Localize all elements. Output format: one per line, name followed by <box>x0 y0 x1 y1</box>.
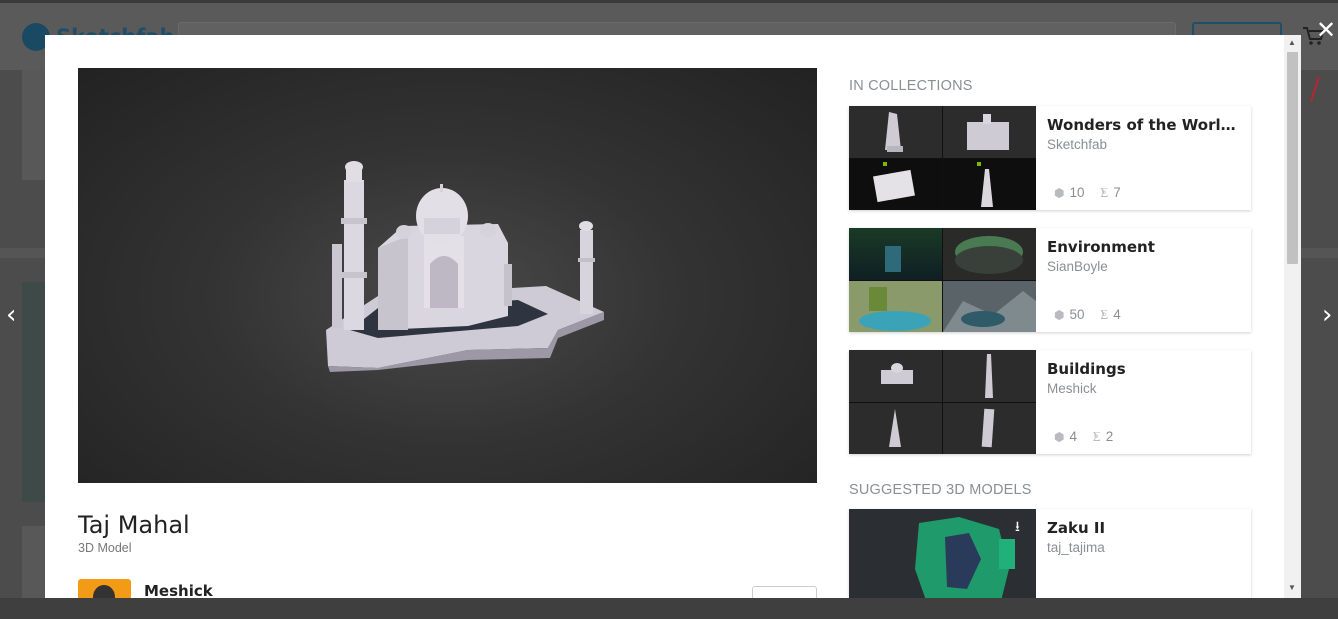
followers-count: 2 <box>1105 429 1114 444</box>
follow-button[interactable] <box>752 586 817 598</box>
followers-count: 7 <box>1113 185 1121 200</box>
models-count: 10 <box>1069 185 1085 200</box>
model-title: Taj Mahal <box>78 511 190 539</box>
scroll-up-icon[interactable]: ▲ <box>1288 38 1296 47</box>
collection-card[interactable]: Environment SianBoyle ⬢ 50 ⨊ 4 <box>849 228 1251 332</box>
download-icon[interactable]: ⭳ <box>1015 516 1020 540</box>
collection-name[interactable]: Wonders of the World f... <box>1047 116 1242 134</box>
avatar-icon <box>93 585 115 598</box>
thumbnail <box>849 280 942 332</box>
chevron-right-icon[interactable]: › <box>1322 300 1332 330</box>
cube-icon: ⬢ <box>1054 429 1065 444</box>
collection-author[interactable]: Sketchfab <box>1047 137 1107 152</box>
model-popup: Taj Mahal 3D Model Meshick IN COLLECTION… <box>45 35 1301 598</box>
author-avatar[interactable] <box>78 579 131 598</box>
collection-stats: ⬢ 10 ⨊ 7 <box>1054 185 1121 200</box>
rss-icon: ⨊ <box>1093 429 1101 443</box>
thumbnail <box>943 402 1036 454</box>
cube-icon: ⬢ <box>1054 185 1065 200</box>
thumbnail <box>943 228 1036 280</box>
chevron-left-icon[interactable]: ‹ <box>6 300 16 330</box>
scroll-thumb[interactable] <box>1287 52 1298 264</box>
thumbnail <box>943 106 1036 158</box>
thumbnail <box>849 158 942 210</box>
thumbnail <box>849 402 942 454</box>
model-type: 3D Model <box>78 541 132 555</box>
collection-thumbnails <box>849 228 1036 332</box>
background-thumbnail-strip <box>0 598 1338 619</box>
models-count: 4 <box>1069 429 1077 444</box>
collection-thumbnails <box>849 106 1036 210</box>
thumbnail <box>943 280 1036 332</box>
collection-stats: ⬢ 4 ⨊ 2 <box>1054 429 1113 444</box>
thumbnail <box>849 228 942 280</box>
thumbnail <box>849 106 942 158</box>
scroll-down-icon[interactable]: ▼ <box>1288 583 1296 592</box>
taj-mahal-render <box>326 161 604 372</box>
collection-name[interactable]: Buildings <box>1047 360 1242 378</box>
suggested-heading: SUGGESTED 3D MODELS <box>849 482 1032 498</box>
collection-author[interactable]: SianBoyle <box>1047 259 1108 274</box>
thumbnail <box>943 350 1036 402</box>
author-name[interactable]: Meshick <box>144 582 213 598</box>
thumbnail <box>943 158 1036 210</box>
followers-count: 4 <box>1113 307 1121 322</box>
cube-icon: ⬢ <box>1054 307 1065 322</box>
collection-thumbnails <box>849 350 1036 454</box>
suggested-thumbnail: ⭳ <box>849 509 1036 598</box>
rss-icon: ⨊ <box>1100 185 1109 199</box>
models-count: 50 <box>1069 307 1085 322</box>
collection-stats: ⬢ 50 ⨊ 4 <box>1054 307 1121 322</box>
collection-card[interactable]: Wonders of the World f... Sketchfab ⬢ 10… <box>849 106 1251 210</box>
collection-name[interactable]: Environment <box>1047 238 1242 256</box>
modal-scrollbar[interactable]: ▲ ▼ <box>1284 35 1301 598</box>
thumbnail <box>849 350 942 402</box>
suggested-model-card[interactable]: ⭳ Zaku II taj_tajima <box>849 509 1251 598</box>
rss-icon: ⨊ <box>1100 307 1109 321</box>
collections-heading: IN COLLECTIONS <box>849 78 973 94</box>
suggested-model-name[interactable]: Zaku II <box>1047 519 1242 537</box>
close-icon[interactable]: ✕ <box>1316 16 1336 44</box>
model-viewer[interactable] <box>78 68 817 483</box>
suggested-model-author[interactable]: taj_tajima <box>1047 540 1105 555</box>
collection-author[interactable]: Meshick <box>1047 381 1097 396</box>
collection-card[interactable]: Buildings Meshick ⬢ 4 ⨊ 2 <box>849 350 1251 454</box>
